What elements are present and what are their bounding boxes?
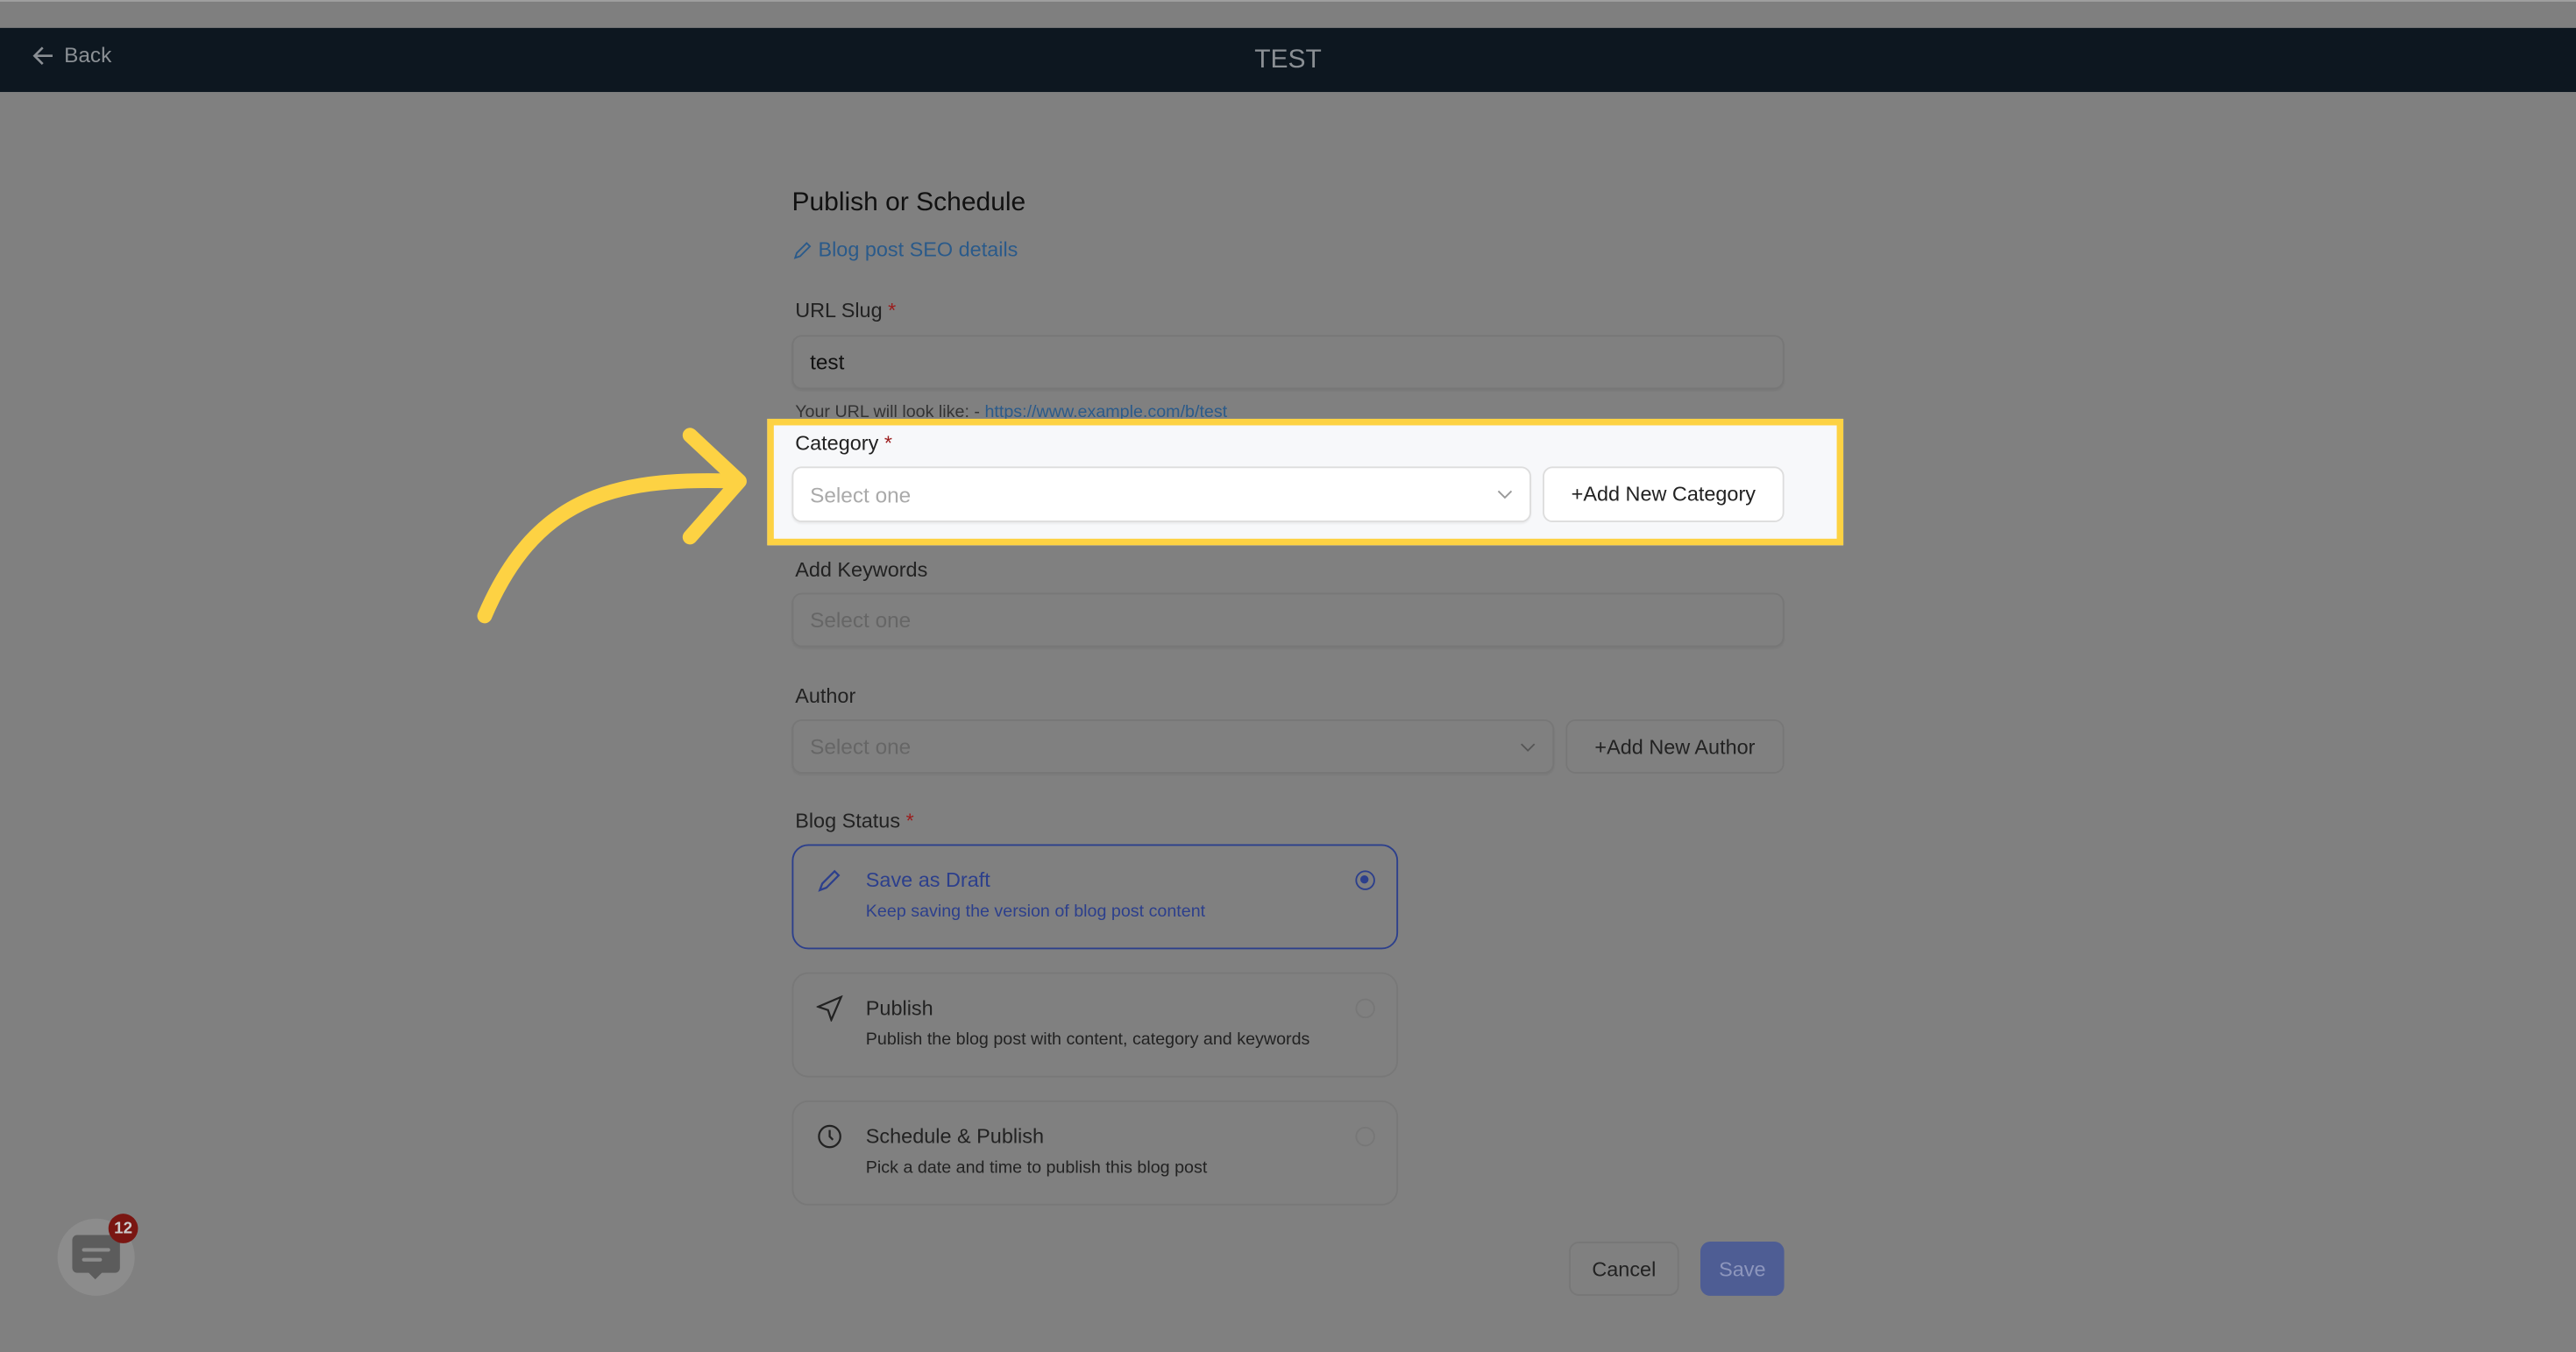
add-new-author-button[interactable]: + Add New Author bbox=[1565, 718, 1785, 774]
author-placeholder: Select one bbox=[810, 733, 912, 759]
top-strip bbox=[0, 0, 2576, 28]
status-option-draft[interactable]: Save as Draft Keep saving the version of… bbox=[791, 844, 1399, 950]
radio-button[interactable] bbox=[1355, 1126, 1375, 1147]
blog-status-label: Blog Status * bbox=[795, 810, 914, 833]
keywords-select[interactable]: Select one bbox=[791, 592, 1785, 648]
clock-icon bbox=[818, 1124, 841, 1149]
author-select[interactable]: Select one bbox=[791, 718, 1555, 774]
author-label: Author bbox=[795, 684, 856, 708]
option-title: Publish bbox=[865, 996, 933, 1021]
keywords-placeholder: Select one bbox=[810, 607, 912, 633]
url-slug-label: URL Slug * bbox=[795, 299, 897, 322]
send-icon bbox=[816, 995, 843, 1022]
url-slug-value: test bbox=[810, 350, 845, 375]
add-new-category-button[interactable]: + Add New Category bbox=[1543, 466, 1785, 523]
radio-button[interactable] bbox=[1355, 998, 1375, 1019]
option-title: Save as Draft bbox=[865, 868, 990, 892]
page-title: TEST bbox=[1254, 46, 1322, 74]
radio-button[interactable] bbox=[1355, 870, 1375, 890]
status-option-publish[interactable]: Publish Publish the blog post with conte… bbox=[791, 972, 1399, 1078]
pencil-icon bbox=[818, 869, 841, 892]
plus-icon: + bbox=[1571, 483, 1584, 506]
chevron-down-icon bbox=[1497, 490, 1513, 499]
chevron-down-icon bbox=[1521, 742, 1536, 751]
plus-icon: + bbox=[1594, 734, 1607, 759]
category-select[interactable]: Select one bbox=[791, 466, 1531, 523]
option-desc: Pick a date and time to publish this blo… bbox=[865, 1157, 1208, 1178]
cancel-button[interactable]: Cancel bbox=[1569, 1242, 1679, 1296]
chat-widget-button[interactable]: 12 bbox=[57, 1214, 138, 1296]
seo-details-link[interactable]: Blog post SEO details bbox=[791, 238, 1018, 261]
keywords-label: Add Keywords bbox=[795, 558, 928, 582]
pencil-icon bbox=[793, 242, 812, 259]
seo-link-label: Blog post SEO details bbox=[818, 237, 1018, 262]
option-desc: Publish the blog post with content, cate… bbox=[865, 1030, 1310, 1050]
notification-badge: 12 bbox=[108, 1214, 138, 1243]
save-button[interactable]: Save bbox=[1700, 1242, 1785, 1296]
category-label: Category * bbox=[795, 431, 892, 456]
category-placeholder: Select one bbox=[810, 482, 912, 507]
option-title: Schedule & Publish bbox=[865, 1124, 1045, 1149]
status-option-schedule[interactable]: Schedule & Publish Pick a date and time … bbox=[791, 1100, 1399, 1206]
url-slug-input[interactable]: test bbox=[791, 335, 1785, 390]
yellow-arrow-annotation bbox=[477, 428, 747, 624]
section-heading: Publish or Schedule bbox=[791, 188, 1026, 217]
option-desc: Keep saving the version of blog post con… bbox=[865, 902, 1206, 922]
